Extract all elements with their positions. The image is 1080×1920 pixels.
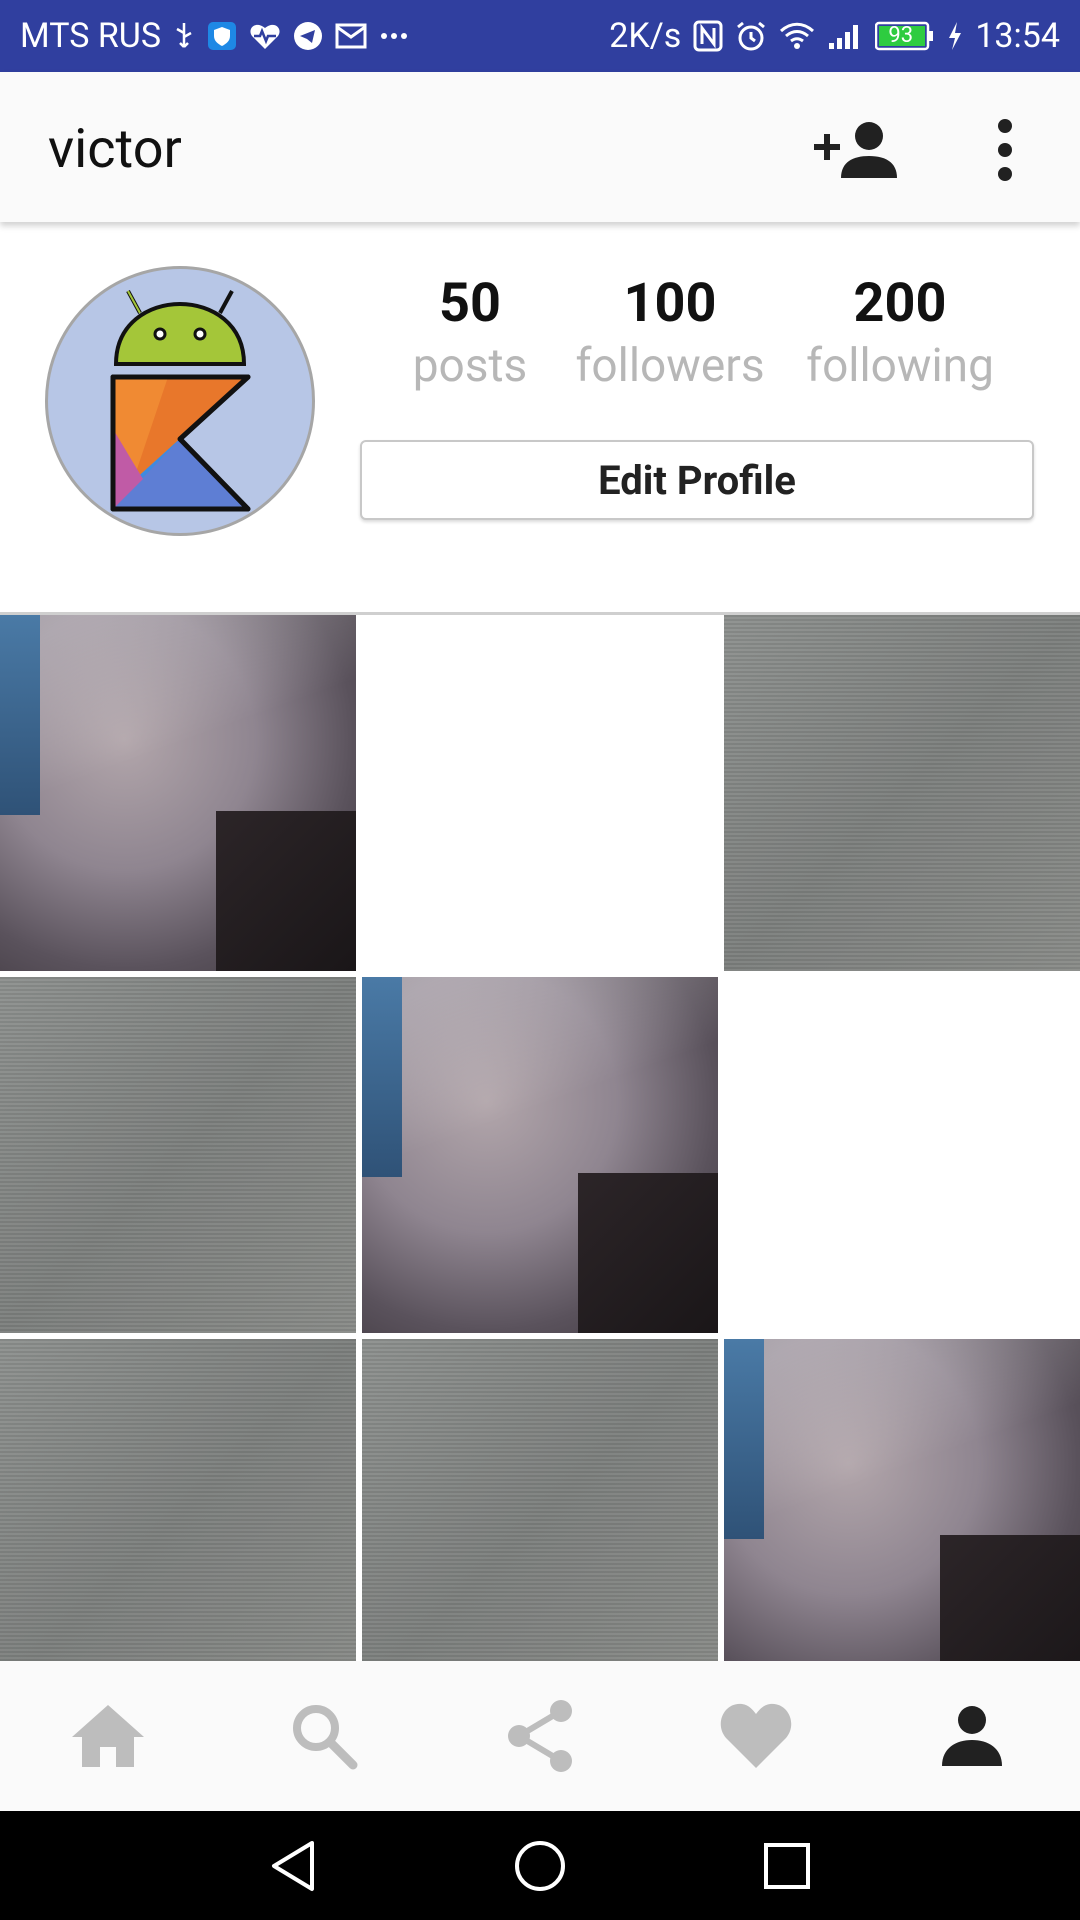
clock: 13:54 (975, 16, 1060, 56)
username-title: victor (48, 118, 182, 181)
photo-tile[interactable] (0, 977, 356, 1333)
stat-label: posts (412, 339, 528, 393)
system-home-button[interactable] (500, 1826, 580, 1906)
heart-pulse-icon (249, 21, 281, 51)
nav-favorites[interactable] (696, 1676, 816, 1796)
nav-search[interactable] (264, 1676, 384, 1796)
back-icon (272, 1840, 315, 1891)
battery-level: 93 (888, 23, 914, 48)
telegram-icon (293, 21, 323, 51)
status-left: MTS RUS (20, 16, 409, 56)
shield-icon (207, 21, 237, 51)
stat-followers[interactable]: 100 followers (560, 272, 780, 396)
stat-value: 50 (439, 272, 501, 335)
more-options-button[interactable] (960, 112, 1050, 188)
photo-tile[interactable] (362, 977, 718, 1333)
app-bar: victor (0, 72, 1080, 222)
usb-icon (173, 21, 195, 51)
system-navigation-bar (0, 1811, 1080, 1920)
status-bar: MTS RUS 2K/s 93 13:54 (0, 0, 1080, 72)
home-icon (72, 1705, 144, 1767)
photo-tile[interactable] (362, 615, 718, 971)
home-circle-icon (514, 1840, 565, 1891)
bottom-navigation (0, 1661, 1080, 1811)
more-vertical-icon (998, 119, 1012, 181)
network-speed: 2K/s (609, 16, 682, 56)
photo-tile[interactable] (724, 977, 1080, 1333)
stat-label: followers (575, 339, 765, 393)
kotlin-android-logo (110, 290, 251, 512)
system-back-button[interactable] (253, 1826, 333, 1906)
stat-value: 200 (853, 272, 947, 335)
stat-label: following (806, 339, 994, 393)
add-person-icon (814, 122, 897, 178)
photo-tile[interactable] (724, 615, 1080, 971)
profile-icon (942, 1706, 1002, 1766)
charging-icon (947, 21, 963, 51)
more-notifications-icon (379, 31, 409, 41)
profile-header: 50 posts 100 followers 200 following Edi… (0, 222, 1080, 612)
photo-tile[interactable] (724, 1339, 1080, 1661)
nav-home[interactable] (48, 1676, 168, 1796)
battery-icon: 93 (875, 21, 935, 51)
nav-share[interactable] (480, 1676, 600, 1796)
recents-icon (763, 1842, 810, 1889)
nfc-icon (693, 20, 723, 52)
share-icon (508, 1700, 572, 1772)
stat-value: 100 (623, 272, 717, 335)
nav-profile[interactable] (912, 1676, 1032, 1796)
wifi-icon (779, 21, 815, 51)
edit-profile-button[interactable]: Edit Profile (360, 440, 1034, 520)
search-icon (293, 1705, 358, 1770)
system-recents-button[interactable] (747, 1826, 827, 1906)
signal-icon (827, 21, 863, 51)
photo-tile[interactable] (0, 615, 356, 971)
avatar[interactable] (45, 266, 315, 536)
profile-stats: 50 posts 100 followers 200 following (360, 272, 1040, 393)
photo-tile[interactable] (0, 1339, 356, 1661)
add-person-button[interactable] (810, 112, 900, 188)
mail-icon (335, 22, 367, 50)
stat-posts[interactable]: 50 posts (400, 272, 540, 396)
heart-icon (720, 1703, 792, 1768)
stat-following[interactable]: 200 following (790, 272, 1010, 396)
status-right: 2K/s 93 13:54 (609, 16, 1060, 56)
carrier-label: MTS RUS (20, 16, 162, 56)
photo-tile[interactable] (362, 1339, 718, 1661)
photo-grid (0, 615, 1080, 1661)
alarm-icon (735, 20, 767, 52)
